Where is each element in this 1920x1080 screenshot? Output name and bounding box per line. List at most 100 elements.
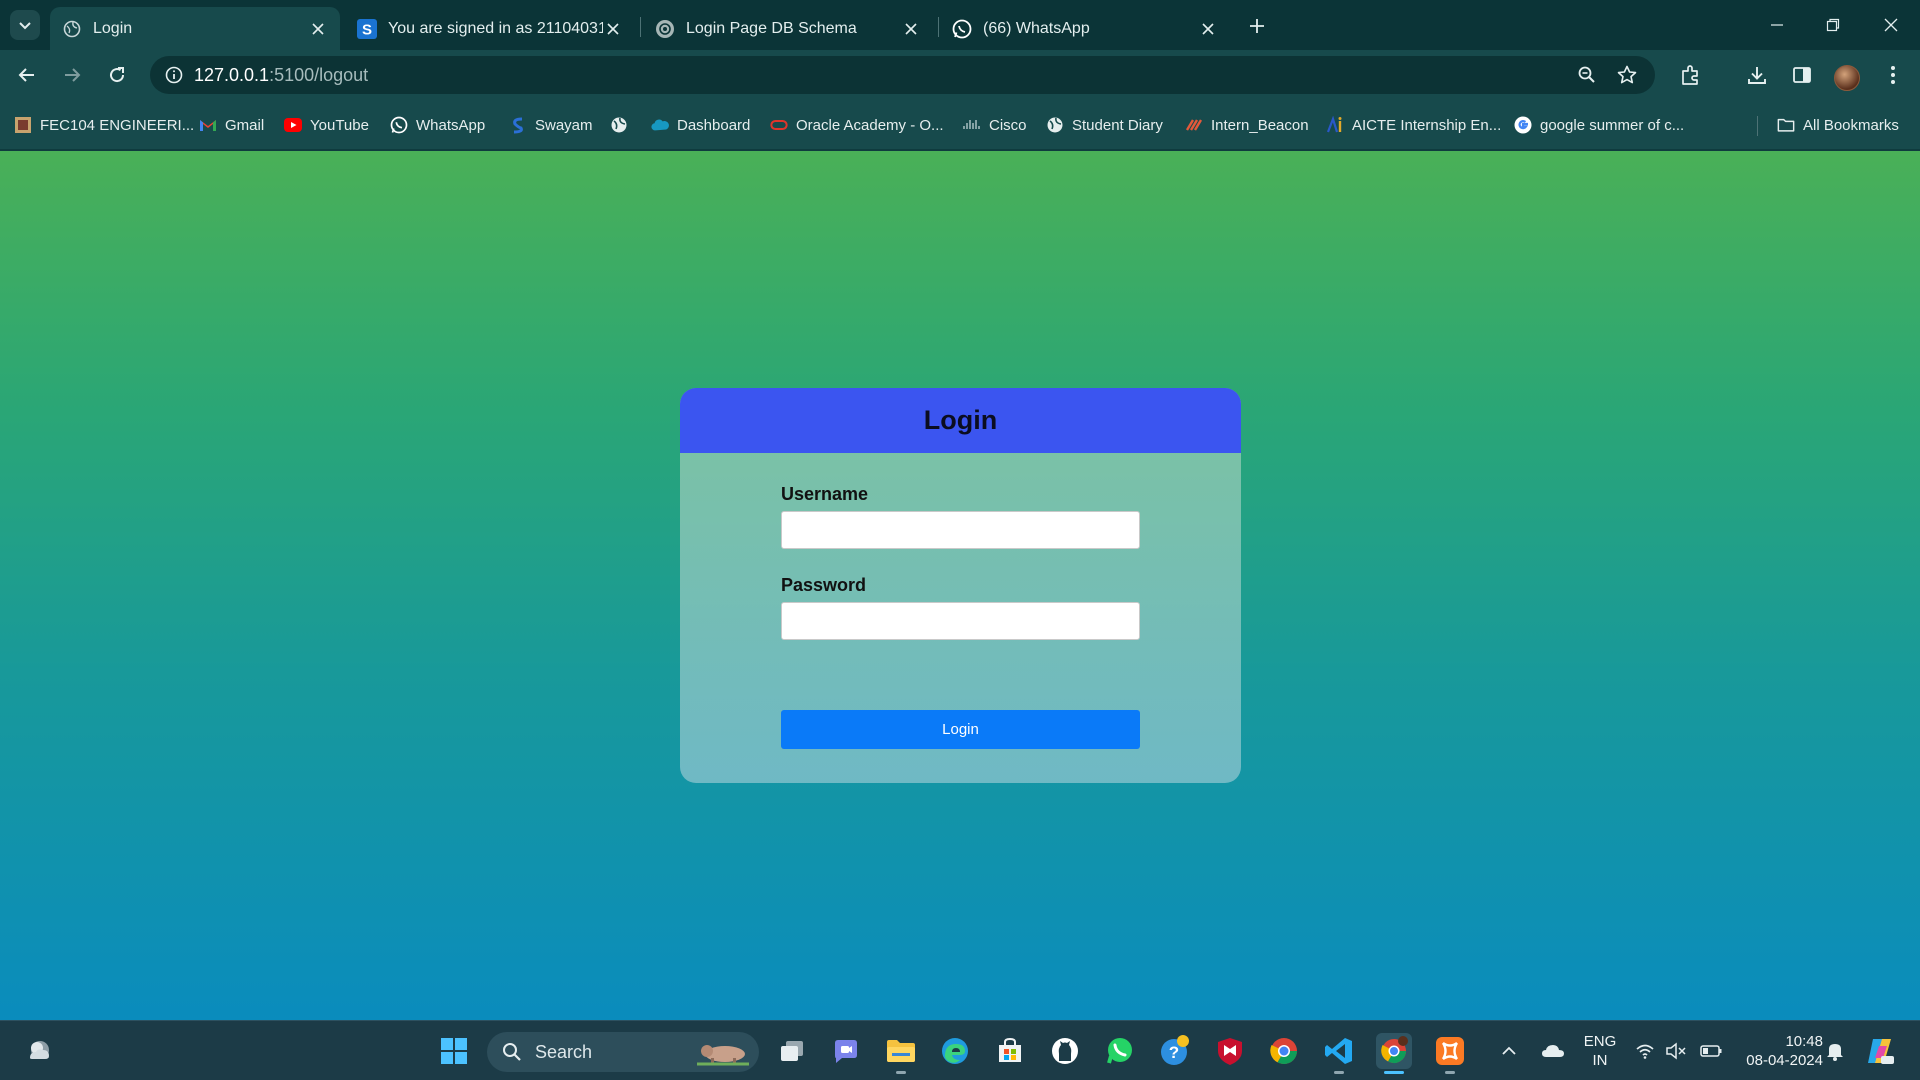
notifications-button[interactable] xyxy=(1820,1033,1850,1069)
url-text[interactable]: 127.0.0.1:5100/logout xyxy=(194,65,368,86)
extensions-icon[interactable] xyxy=(1676,60,1706,90)
username-field[interactable] xyxy=(781,511,1140,549)
close-icon[interactable] xyxy=(308,19,328,39)
bookmark-fec104[interactable]: FEC104 ENGINEERI... xyxy=(14,114,194,136)
bookmark-globe[interactable] xyxy=(610,114,636,136)
bookmark-label: AICTE Internship En... xyxy=(1352,116,1502,134)
bookmark-label: Swayam xyxy=(535,116,593,134)
github-desktop-button[interactable] xyxy=(1047,1033,1083,1069)
back-button[interactable] xyxy=(12,60,42,90)
onedrive-cloud-icon xyxy=(1542,1045,1564,1057)
network-volume-battery-icon xyxy=(1636,1042,1722,1060)
bookmark-label: Dashboard xyxy=(677,116,751,134)
clock-time: 10:48 xyxy=(1785,1033,1823,1050)
close-icon[interactable] xyxy=(1198,19,1218,39)
bookmark-label: google summer of c... xyxy=(1540,116,1685,134)
close-icon[interactable] xyxy=(603,19,623,39)
swayam-icon xyxy=(509,116,527,134)
download-icon[interactable] xyxy=(1742,60,1772,90)
password-label: Password xyxy=(781,575,867,595)
chrome-icon xyxy=(1381,1036,1408,1064)
vscode-icon xyxy=(1325,1038,1352,1064)
bookmark-dashboard[interactable]: Dashboard xyxy=(651,114,750,136)
get-help-button[interactable]: ? xyxy=(1157,1033,1193,1069)
restore-button[interactable] xyxy=(1818,10,1848,40)
password-field[interactable] xyxy=(781,602,1140,640)
task-view-button[interactable] xyxy=(774,1033,810,1069)
edge-button[interactable] xyxy=(937,1033,973,1069)
login-button[interactable]: Login xyxy=(781,710,1140,749)
search-label: Search xyxy=(535,1041,593,1062)
file-explorer-button[interactable] xyxy=(883,1033,919,1074)
whatsapp-icon xyxy=(1107,1038,1132,1064)
bookmark-youtube[interactable]: YouTube xyxy=(284,114,369,136)
whatsapp-icon xyxy=(390,116,408,134)
quick-settings-button[interactable] xyxy=(1630,1033,1730,1069)
all-bookmarks-label: All Bookmarks xyxy=(1803,116,1899,134)
address-bar[interactable]: 127.0.0.1:5100/logout xyxy=(150,56,1655,94)
language-indicator[interactable]: ENG IN xyxy=(1580,1032,1620,1070)
chrome-icon xyxy=(1270,1038,1298,1065)
chatgpt-icon xyxy=(655,19,675,39)
tab-title: You are signed in as 21104031 xyxy=(388,19,603,37)
show-hidden-icons-button[interactable] xyxy=(1494,1033,1524,1069)
mcafee-button[interactable] xyxy=(1212,1033,1248,1069)
bookmark-label: Cisco xyxy=(989,116,1027,134)
start-button[interactable] xyxy=(436,1033,472,1069)
close-window-button[interactable] xyxy=(1876,10,1906,40)
clock[interactable]: 10:48 08-04-2024 xyxy=(1733,1032,1823,1070)
tab-title: (66) WhatsApp xyxy=(983,19,1090,37)
chrome-button[interactable] xyxy=(1266,1033,1302,1069)
minimize-icon xyxy=(1771,24,1783,26)
bookmark-swayam[interactable]: Swayam xyxy=(509,114,593,136)
tab-login[interactable]: Login xyxy=(50,7,340,50)
all-bookmarks[interactable]: All Bookmarks xyxy=(1777,114,1899,136)
chevron-up-icon xyxy=(1502,1046,1516,1055)
copilot-button[interactable] xyxy=(1862,1033,1898,1069)
login-card-header: Login xyxy=(680,388,1241,453)
forward-button[interactable] xyxy=(57,60,87,90)
site-info-icon[interactable] xyxy=(154,56,194,94)
minimize-button[interactable] xyxy=(1762,10,1792,40)
gmail-icon xyxy=(199,116,217,134)
bookmark-aicte[interactable]: AICTE Internship En... xyxy=(1326,114,1501,136)
side-panel-icon[interactable] xyxy=(1787,60,1817,90)
bookmark-student-diary[interactable]: Student Diary xyxy=(1046,114,1163,136)
zoom-icon[interactable] xyxy=(1572,60,1602,90)
whatsapp-app-button[interactable] xyxy=(1102,1033,1138,1069)
bookmark-label: FEC104 ENGINEERI... xyxy=(40,116,195,134)
bookmark-cisco[interactable]: Cisco xyxy=(963,114,1027,136)
more-menu-icon[interactable] xyxy=(1878,60,1908,90)
bookmark-gsoc[interactable]: google summer of c... xyxy=(1514,114,1684,136)
close-icon[interactable] xyxy=(901,19,921,39)
windows-icon xyxy=(441,1038,467,1064)
login-card: Login Username Password Login xyxy=(680,388,1241,783)
bookmark-intern-beacon[interactable]: Intern_Beacon xyxy=(1185,114,1309,136)
taskbar-search[interactable]: Search xyxy=(487,1032,759,1072)
bookmark-gmail[interactable]: Gmail xyxy=(199,114,264,136)
tab-search-button[interactable] xyxy=(10,10,40,40)
profile-avatar[interactable] xyxy=(1834,65,1860,91)
bookmark-star-icon[interactable] xyxy=(1612,60,1642,90)
chevron-down-icon xyxy=(19,22,31,30)
weather-widget[interactable] xyxy=(22,1033,58,1069)
tab-whatsapp[interactable]: (66) WhatsApp xyxy=(940,7,1230,50)
vscode-button[interactable] xyxy=(1321,1033,1357,1074)
bookmark-whatsapp[interactable]: WhatsApp xyxy=(390,114,485,136)
tab-signed-in[interactable]: S You are signed in as 21104031 xyxy=(345,7,635,50)
reload-button[interactable] xyxy=(102,60,132,90)
aicte-icon xyxy=(1326,116,1344,134)
tab-strip: Login S You are signed in as 21104031 Lo… xyxy=(0,0,1920,50)
xampp-button[interactable] xyxy=(1432,1033,1468,1074)
bookmark-oracle[interactable]: Oracle Academy - O... xyxy=(770,114,944,136)
tab-db-schema[interactable]: Login Page DB Schema xyxy=(643,7,933,50)
teams-chat-button[interactable] xyxy=(828,1033,864,1069)
svg-text:?: ? xyxy=(1169,1043,1179,1062)
cloud-icon xyxy=(30,1041,49,1059)
new-tab-button[interactable] xyxy=(1245,14,1269,38)
github-icon xyxy=(1052,1038,1078,1064)
chrome-profile-button[interactable] xyxy=(1376,1033,1412,1074)
language-code: ENG xyxy=(1583,1033,1617,1050)
onedrive-button[interactable] xyxy=(1536,1033,1570,1069)
microsoft-store-button[interactable] xyxy=(992,1033,1028,1069)
